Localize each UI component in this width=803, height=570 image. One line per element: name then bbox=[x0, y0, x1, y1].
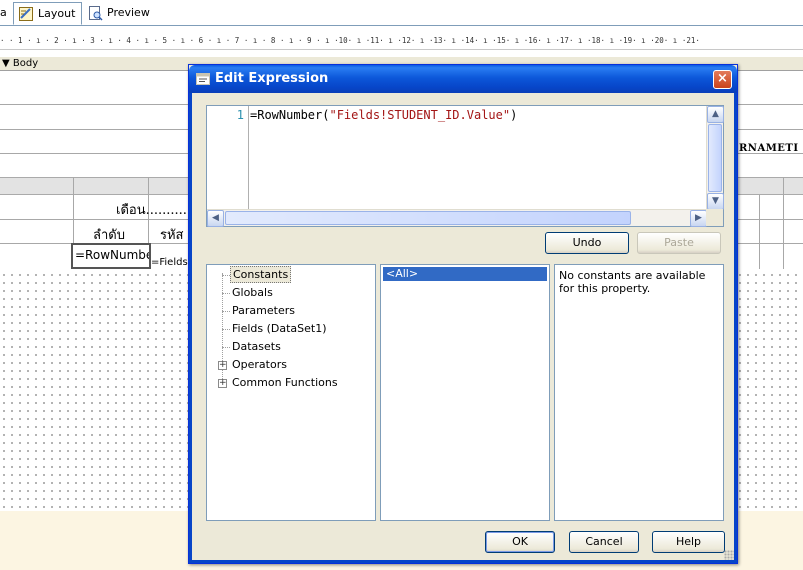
tab-preview[interactable]: Preview bbox=[83, 2, 156, 25]
collapse-arrow-icon: ▼ bbox=[2, 58, 10, 69]
line-number: 1 bbox=[236, 108, 244, 122]
view-tab-strip: a Layout Preview bbox=[0, 0, 803, 26]
list-item-label: <All> bbox=[386, 267, 419, 280]
scroll-corner bbox=[706, 209, 723, 226]
expression-code[interactable]: =RowNumber("Fields!STUDENT_ID.Value") bbox=[250, 108, 517, 122]
tree-item-fields[interactable]: Fields (DataSet1) bbox=[230, 322, 329, 335]
tab-data[interactable]: a bbox=[0, 2, 14, 25]
tree-connector bbox=[222, 275, 230, 276]
tab-data-label: a bbox=[0, 6, 7, 19]
horizontal-scroll-thumb[interactable] bbox=[225, 211, 631, 225]
category-tree[interactable]: + + Constants Globals Parameters Fields … bbox=[206, 264, 376, 521]
divider bbox=[783, 177, 784, 269]
chevron-up-icon: ▲ bbox=[712, 109, 719, 119]
tree-connector bbox=[222, 311, 230, 312]
tab-preview-label: Preview bbox=[107, 6, 150, 19]
cancel-button[interactable]: Cancel bbox=[569, 531, 639, 553]
undo-label: Undo bbox=[572, 236, 602, 249]
preview-icon bbox=[89, 6, 103, 21]
tree-item-label: Common Functions bbox=[232, 376, 338, 389]
resize-grip[interactable] bbox=[724, 550, 734, 560]
tree-connector bbox=[222, 293, 230, 294]
list-item-all[interactable]: <All> bbox=[383, 267, 547, 281]
close-button[interactable]: × bbox=[713, 70, 732, 89]
close-icon: × bbox=[717, 71, 728, 86]
scroll-up-button[interactable]: ▲ bbox=[707, 106, 724, 123]
tree-item-label: Operators bbox=[232, 358, 287, 371]
tree-item-parameters[interactable]: Parameters bbox=[230, 304, 297, 317]
tree-item-constants[interactable]: Constants bbox=[230, 266, 292, 283]
rownumber-textbox[interactable]: =RowNumber bbox=[71, 243, 151, 269]
tree-item-datasets[interactable]: Datasets bbox=[230, 340, 283, 353]
vertical-scroll-thumb[interactable] bbox=[708, 124, 722, 192]
fields-textbox[interactable]: =Fields bbox=[151, 257, 188, 268]
tree-item-label: Globals bbox=[232, 286, 273, 299]
scroll-right-button[interactable]: ▶ bbox=[690, 210, 707, 227]
code-string-literal: "Fields!STUDENT_ID.Value" bbox=[329, 108, 511, 122]
vertical-scrollbar[interactable]: ▲ ▼ bbox=[706, 106, 724, 211]
tab-layout[interactable]: Layout bbox=[13, 2, 83, 25]
item-list[interactable]: <All> bbox=[380, 264, 550, 521]
help-label: Help bbox=[675, 535, 702, 548]
surname-column-header: RNAMETI bbox=[739, 143, 799, 154]
scroll-left-button[interactable]: ◀ bbox=[207, 210, 224, 227]
horizontal-ruler: · · 1 · ı · 2 · ı · 3 · ı · 4 · ı · 5 · … bbox=[0, 35, 803, 50]
chevron-down-icon: ▼ bbox=[712, 196, 719, 206]
paste-button[interactable]: Paste bbox=[637, 232, 721, 254]
tree-item-label: Constants bbox=[230, 266, 292, 283]
code-function: =RowNumber( bbox=[250, 108, 330, 122]
chevron-right-icon: ▶ bbox=[695, 213, 702, 223]
tree-item-label: Parameters bbox=[232, 304, 295, 317]
tree-item-operators[interactable]: Operators bbox=[230, 358, 289, 371]
description-panel: No constants are available for this prop… bbox=[554, 264, 724, 521]
divider bbox=[759, 195, 760, 269]
rownumber-text: =RowNumber bbox=[75, 248, 151, 262]
ok-label: OK bbox=[512, 535, 528, 548]
scroll-down-button[interactable]: ▼ bbox=[707, 193, 724, 210]
tab-layout-label: Layout bbox=[38, 7, 76, 20]
expand-plus-icon[interactable]: + bbox=[218, 379, 227, 388]
body-section-label: Body bbox=[12, 58, 39, 69]
tree-item-label: Datasets bbox=[232, 340, 281, 353]
dialog-title: Edit Expression bbox=[215, 71, 329, 86]
line-number-gutter: 1 bbox=[207, 106, 249, 211]
tree-connector bbox=[222, 347, 230, 348]
tree-item-label: Fields (DataSet1) bbox=[232, 322, 327, 335]
paste-label: Paste bbox=[664, 236, 694, 249]
expression-editor[interactable]: 1 =RowNumber("Fields!STUDENT_ID.Value") … bbox=[206, 105, 724, 227]
expand-plus-icon[interactable]: + bbox=[218, 361, 227, 370]
tree-item-globals[interactable]: Globals bbox=[230, 286, 275, 299]
dialog-title-bar[interactable]: Edit Expression × bbox=[189, 65, 737, 93]
layout-icon bbox=[19, 7, 33, 21]
tree-connector bbox=[222, 329, 230, 330]
month-label: เดือน........... bbox=[116, 203, 192, 218]
expression-icon bbox=[196, 73, 210, 85]
description-text: No constants are available for this prop… bbox=[559, 269, 706, 295]
horizontal-scrollbar[interactable]: ◀ ▶ bbox=[207, 209, 707, 227]
chevron-left-icon: ◀ bbox=[212, 213, 219, 223]
ok-button[interactable]: OK bbox=[485, 531, 555, 553]
help-button[interactable]: Help bbox=[652, 531, 725, 553]
ruler-ticks: · · 1 · ı · 2 · ı · 3 · ı · 4 · ı · 5 · … bbox=[0, 36, 700, 45]
undo-button[interactable]: Undo bbox=[545, 232, 629, 254]
cancel-label: Cancel bbox=[585, 535, 623, 548]
edit-expression-dialog: Edit Expression × 1 =RowNumber("Fields!S… bbox=[188, 64, 738, 564]
tree-item-common-functions[interactable]: Common Functions bbox=[230, 376, 340, 389]
code-column-header: รหัส bbox=[160, 228, 184, 243]
order-column-header: ลำดับ bbox=[93, 228, 125, 243]
code-close-paren: ) bbox=[510, 108, 518, 122]
